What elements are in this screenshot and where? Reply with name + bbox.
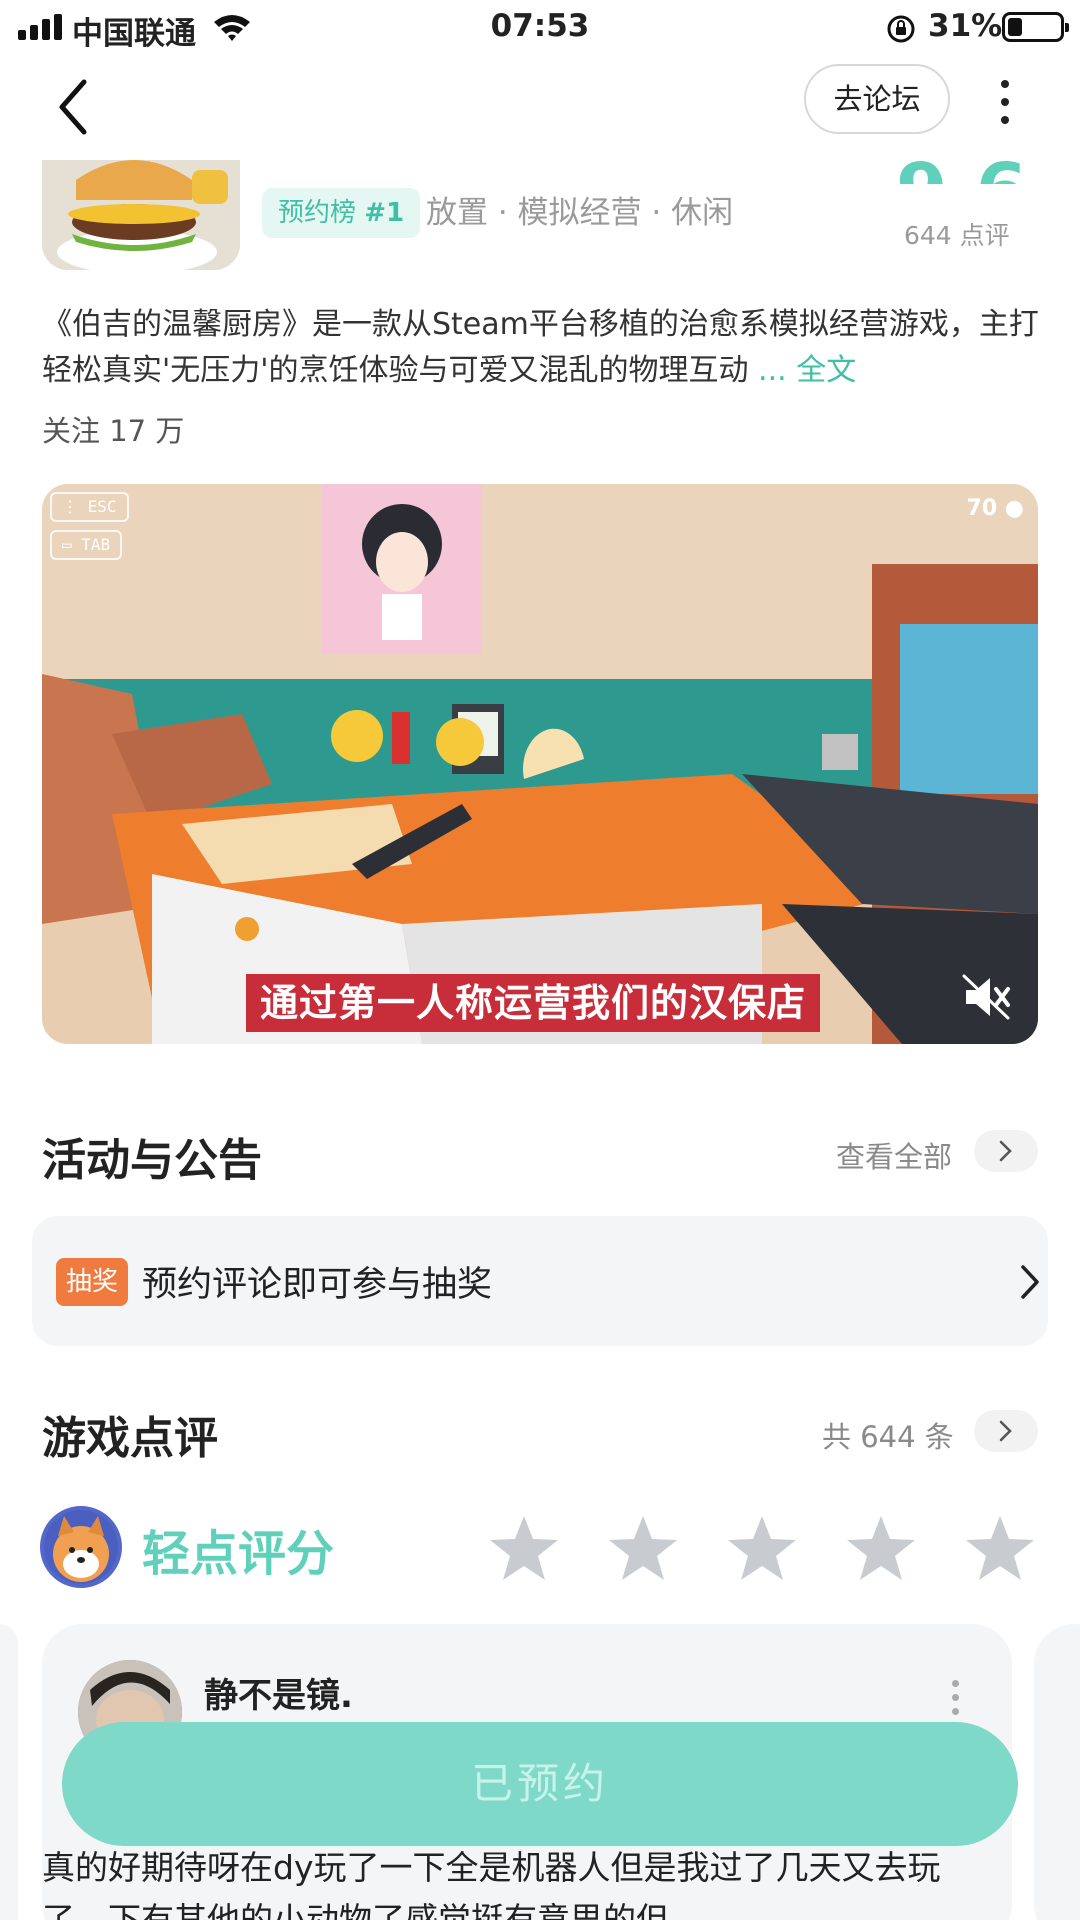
video-esc-key: ⋮ ESC <box>50 492 129 522</box>
next-review-card[interactable] <box>1034 1624 1080 1920</box>
review-text: 真的好期待呀在dy玩了一下全是机器人但是我过了几天又去玩了，下有其他的小动物了感… <box>42 1848 941 1920</box>
quick-rating-row: 轻点评分 <box>0 1506 1080 1592</box>
reserved-button[interactable]: 已预约 <box>62 1722 1018 1846</box>
star-icon[interactable] <box>845 1514 917 1582</box>
battery-percent: 31% <box>928 8 1003 44</box>
events-section-title: 活动与公告 <box>42 1135 262 1186</box>
follower-count: 关注 17 万 <box>42 414 185 448</box>
chevron-right-icon <box>1021 1265 1039 1299</box>
reviewer-name[interactable]: 静不是镜. <box>204 1668 353 1717</box>
battery-icon <box>1002 12 1069 42</box>
previous-review-card[interactable] <box>0 1624 18 1920</box>
review-count: 644 点评 <box>904 221 1010 250</box>
chevron-right-icon <box>999 1420 1012 1442</box>
game-header: 预约榜 #1 放置 · 模拟经营 · 休闲 9.6 644 点评 <box>0 148 1080 278</box>
rotation-lock-icon <box>887 15 915 43</box>
video-tab-key: ▭ TAB <box>50 530 123 560</box>
chevron-right-icon <box>999 1140 1012 1162</box>
events-view-all-link[interactable]: 查看全部 <box>836 1134 952 1176</box>
star-icon[interactable] <box>964 1514 1036 1582</box>
rank-badge[interactable]: 预约榜 #1 <box>262 188 421 238</box>
star-icon[interactable] <box>488 1514 560 1582</box>
status-bar: 中国联通 07:53 31% <box>0 0 1080 56</box>
lottery-tag: 抽奖 <box>56 1258 129 1306</box>
game-icon[interactable] <box>42 160 240 270</box>
reviews-total-link[interactable]: 共 644 条 <box>822 1414 954 1456</box>
game-description: 《伯吉的温馨厨房》是一款从Steam平台移植的治愈系模拟经营游戏，主打轻松真实'… <box>42 307 1039 388</box>
user-avatar[interactable] <box>40 1506 122 1588</box>
events-view-all-chevron[interactable] <box>974 1130 1038 1172</box>
mute-icon[interactable] <box>962 974 1012 1020</box>
video-coin-counter: 70 ● <box>966 496 1024 521</box>
clock: 07:53 <box>490 8 590 44</box>
review-more-icon[interactable] <box>952 1680 964 1720</box>
game-score: 9.6 <box>896 136 1027 184</box>
more-vertical-icon[interactable] <box>990 70 1020 136</box>
go-forum-button[interactable]: 去论坛 <box>804 64 950 134</box>
tap-to-rate-label: 轻点评分 <box>142 1526 335 1582</box>
announcement-item[interactable]: 抽奖 预约评论即可参与抽奖 <box>32 1216 1048 1346</box>
trailer-video[interactable]: ⋮ ESC ▭ TAB 70 ● 通过第一人称运营我们的汉保店 <box>42 484 1038 1044</box>
announcement-text: 预约评论即可参与抽奖 <box>142 1265 493 1305</box>
video-subtitle: 通过第一人称运营我们的汉保店 <box>246 974 821 1032</box>
reviews-view-all-chevron[interactable] <box>974 1410 1038 1452</box>
reviews-section-title: 游戏点评 <box>42 1413 218 1464</box>
back-arrow-icon[interactable] <box>50 72 102 142</box>
video-frame <box>42 484 1038 1044</box>
expand-description-link[interactable]: ... 全文 <box>758 353 856 388</box>
star-icon[interactable] <box>726 1514 798 1582</box>
game-tags: 放置 · 模拟经营 · 休闲 <box>426 195 734 231</box>
star-icon[interactable] <box>607 1514 679 1582</box>
